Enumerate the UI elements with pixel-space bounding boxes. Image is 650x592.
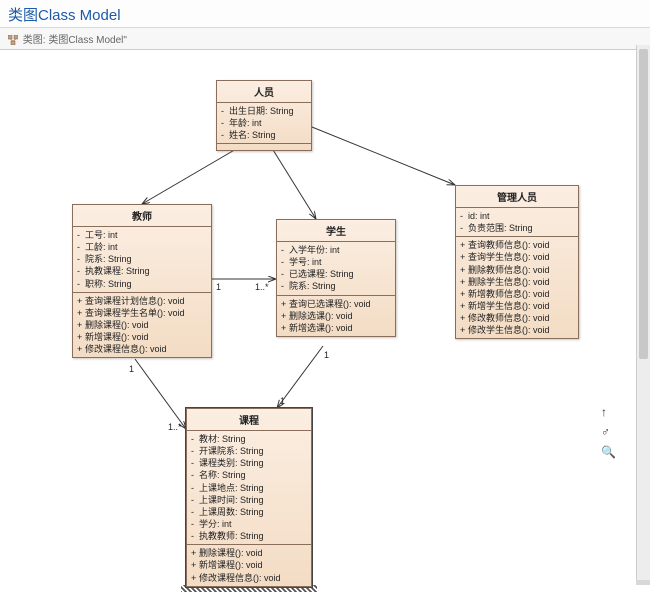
multiplicity: 1 <box>280 396 285 406</box>
class-attrs: -教材: String -开课院系: String -课程类别: String … <box>187 431 311 545</box>
zoom-icon[interactable]: 🔍 <box>601 445 616 459</box>
class-ops <box>217 144 311 150</box>
class-name: 学生 <box>277 220 395 242</box>
class-attrs: -工号: int -工龄: int -院系: String -执教课程: Str… <box>73 227 211 293</box>
class-attrs: -出生日期: String -年龄: int -姓名: String <box>217 103 311 144</box>
class-course[interactable]: 课程 -教材: String -开课院系: String -课程类别: Stri… <box>186 408 312 587</box>
diagram-icon <box>8 35 18 45</box>
multiplicity: 1..* <box>168 422 182 432</box>
scrollbar-thumb[interactable] <box>639 49 648 359</box>
link-icon[interactable]: ♂ <box>601 425 616 439</box>
tab-label[interactable]: 类图: 类图Class Model" <box>23 35 127 46</box>
multiplicity: 1..* <box>255 282 269 292</box>
class-admin[interactable]: 管理人员 -id: int -负责范围: String +查询教师信息(): v… <box>455 185 579 339</box>
quick-tools: ↑ ♂ 🔍 <box>601 405 616 459</box>
multiplicity: 1 <box>324 350 329 360</box>
class-attrs: -id: int -负责范围: String <box>456 208 578 237</box>
diagram-canvas[interactable]: 1 1..* 1 1 1..* 1 人员 -出生日期: String -年龄: … <box>0 50 650 585</box>
class-teacher[interactable]: 教师 -工号: int -工龄: int -院系: String -执教课程: … <box>72 204 212 358</box>
tab-bar: 类图: 类图Class Model" <box>0 28 650 50</box>
class-student[interactable]: 学生 -入学年份: int -学号: int -已选课程: String -院系… <box>276 219 396 337</box>
class-ops: +查询已选课程(): void +删除选课(): void +新增选课(): v… <box>277 296 395 336</box>
class-ops: +查询教师信息(): void +查询学生信息(): void +删除教师信息(… <box>456 237 578 338</box>
arrow-up-icon[interactable]: ↑ <box>601 405 616 419</box>
vertical-scrollbar[interactable] <box>636 45 650 580</box>
multiplicity: 1 <box>216 282 221 292</box>
class-name: 人员 <box>217 81 311 103</box>
class-name: 管理人员 <box>456 186 578 208</box>
class-ops: +查询课程计划信息(): void +查询课程学生名单(): void +删除课… <box>73 293 211 358</box>
class-name: 教师 <box>73 205 211 227</box>
multiplicity: 1 <box>129 364 134 374</box>
class-attrs: -入学年份: int -学号: int -已选课程: String -院系: S… <box>277 242 395 296</box>
page-title: 类图Class Model <box>0 0 650 28</box>
class-person[interactable]: 人员 -出生日期: String -年龄: int -姓名: String <box>216 80 312 151</box>
class-name: 课程 <box>187 409 311 431</box>
